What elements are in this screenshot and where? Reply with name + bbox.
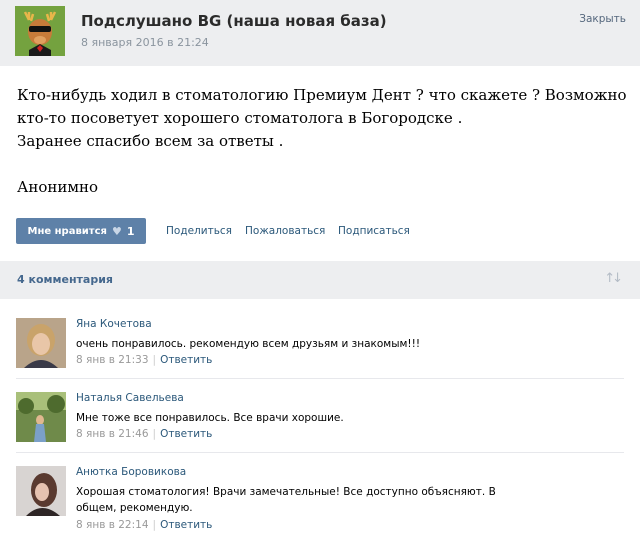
- like-label: Мне нравится: [27, 225, 107, 237]
- like-button[interactable]: Мне нравится ♥ 1: [16, 218, 146, 244]
- like-count: 1: [126, 224, 135, 238]
- comment-time[interactable]: 8 янв в 21:33: [76, 354, 149, 366]
- post-text: Кто-нибудь ходил в стоматологию Премиум …: [17, 84, 627, 199]
- post-text-line: Кто-нибудь ходил в стоматологию Премиум …: [17, 86, 627, 104]
- commenter-avatar[interactable]: [16, 466, 66, 516]
- report-link[interactable]: Пожаловаться: [245, 225, 325, 237]
- comment-divider: [16, 452, 624, 453]
- comment-author[interactable]: Яна Кочетова: [76, 318, 152, 330]
- subscribe-link[interactable]: Подписаться: [338, 225, 410, 237]
- commenter-avatar[interactable]: [16, 392, 66, 442]
- sort-arrows-icon[interactable]: ↑↓: [604, 271, 623, 286]
- share-link[interactable]: Поделиться: [166, 225, 232, 237]
- separator: |: [152, 428, 157, 440]
- comments-header: 4 комментария ↑↓: [0, 261, 640, 299]
- comment-meta: 8 янв в 21:33 | Ответить: [76, 354, 212, 366]
- comment-meta: 8 янв в 21:46 | Ответить: [76, 428, 212, 440]
- comment-divider: [16, 378, 624, 379]
- post-text-line: [17, 153, 627, 176]
- comment-meta: 8 янв в 22:14 | Ответить: [76, 519, 212, 531]
- close-link[interactable]: Закрыть: [579, 13, 626, 25]
- comment-time[interactable]: 8 янв в 21:46: [76, 428, 149, 440]
- comments-count[interactable]: 4 комментария: [17, 273, 113, 286]
- group-avatar[interactable]: [15, 6, 65, 56]
- post-text-line: Заранее спасибо всем за ответы .: [17, 132, 284, 150]
- post-text-line: кто-то посоветует хорошего стоматолога в…: [17, 109, 463, 127]
- user-photo-icon: [16, 318, 66, 368]
- user-photo-icon: [16, 466, 66, 516]
- heart-icon: ♥: [111, 224, 122, 238]
- reply-link[interactable]: Ответить: [160, 519, 212, 531]
- post-date[interactable]: 8 января 2016 в 21:24: [81, 36, 209, 49]
- deer-mascot-icon: [15, 6, 65, 56]
- group-name[interactable]: Подслушано BG (наша новая база): [81, 12, 387, 30]
- separator: |: [152, 354, 157, 366]
- user-photo-icon: [16, 392, 66, 442]
- reply-link[interactable]: Ответить: [160, 354, 212, 366]
- reply-link[interactable]: Ответить: [160, 428, 212, 440]
- post-signature: Анонимно: [17, 178, 99, 196]
- post-header: Подслушано BG (наша новая база) 8 января…: [0, 0, 640, 66]
- comment-author[interactable]: Анютка Боровикова: [76, 466, 186, 478]
- comment-text: Мне тоже все понравилось. Все врачи хоро…: [76, 412, 344, 424]
- commenter-avatar[interactable]: [16, 318, 66, 368]
- separator: |: [152, 519, 157, 531]
- comment-text: очень понравилось. рекомендую всем друзь…: [76, 338, 421, 350]
- comment-time[interactable]: 8 янв в 22:14: [76, 519, 149, 531]
- comment-author[interactable]: Наталья Савельева: [76, 392, 184, 404]
- comment-text: Хорошая стоматология! Врачи замечательны…: [76, 486, 496, 514]
